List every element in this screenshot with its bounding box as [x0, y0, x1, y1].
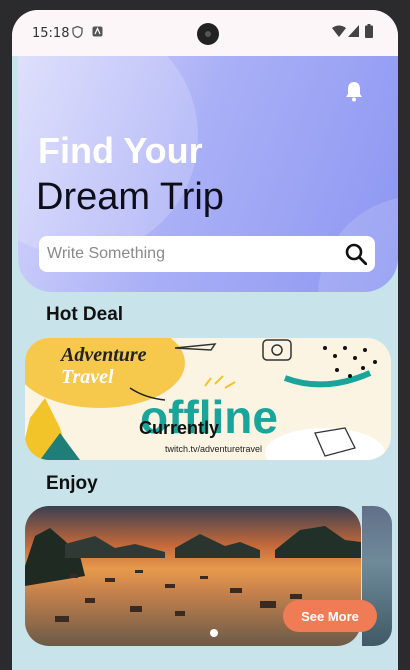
carousel-indicator-dot[interactable] [210, 629, 218, 637]
status-time: 15:18 [32, 26, 70, 41]
section-title-hot-deal: Hot Deal [46, 304, 124, 325]
signal-icon [348, 25, 359, 40]
status-bar: 15:18 [12, 10, 398, 56]
hero-header: Find Your Dream Trip Write Something [18, 56, 398, 292]
section-title-enjoy: Enjoy [46, 473, 98, 494]
battery-icon [365, 24, 373, 41]
search-input[interactable]: Write Something [47, 245, 165, 263]
see-more-button[interactable]: See More [283, 600, 377, 632]
front-camera [197, 23, 219, 45]
bell-icon[interactable] [343, 80, 365, 102]
hero-title-line2: Dream Trip [36, 176, 224, 218]
banner-url-text: twitch.tv/adventuretravel [165, 444, 263, 454]
hero-title-line1: Find Your [38, 130, 203, 171]
phone-screen: 15:18 Find Your Dream Trip Write Somethi… [12, 10, 398, 670]
search-icon[interactable] [345, 243, 368, 266]
wifi-icon [332, 25, 346, 40]
shield-icon [72, 25, 83, 41]
hot-deal-banner[interactable]: Adventure Travel offline Currently twitc… [25, 338, 391, 460]
search-bar[interactable]: Write Something [39, 236, 375, 272]
app-notification-icon [92, 26, 103, 40]
banner-currently-text: Currently [139, 418, 220, 438]
banner-adventure-text: Adventure [61, 344, 147, 366]
banner-travel-text: Travel [61, 366, 114, 388]
